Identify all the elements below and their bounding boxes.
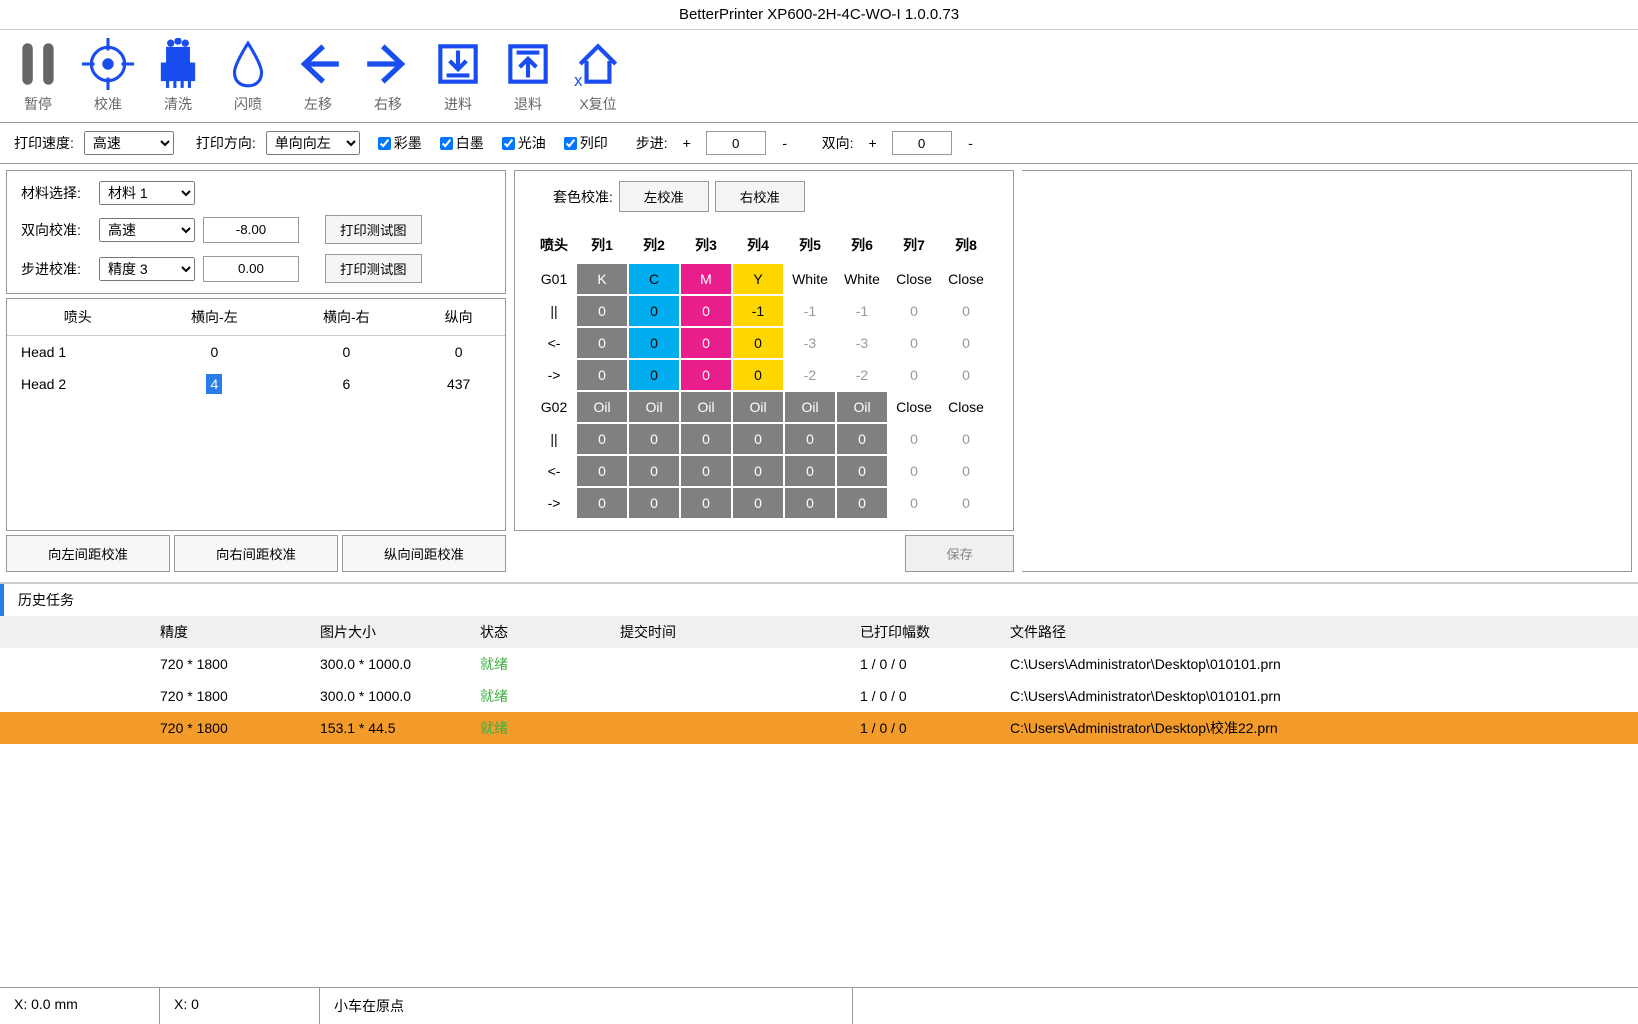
history-tab[interactable]: 历史任务 [0,584,88,616]
pause-label: 暂停 [24,94,52,114]
right-cal-button[interactable]: 右校准 [715,181,805,212]
flash-label: 闪喷 [234,94,262,114]
print-dir-label: 打印方向: [196,133,256,153]
pause-button[interactable]: 暂停 [12,38,64,114]
status-message: 小车在原点 [320,988,853,1024]
bidir-cal-label: 双向校准: [21,220,91,240]
status-bar: X: 0.0 mm X: 0 小车在原点 [0,987,1638,1024]
blank-panel [1022,170,1632,572]
print-dir-select[interactable]: 单向向左 [266,131,360,155]
pause-icon [12,38,64,90]
vertical-spacing-cal-button[interactable]: 纵向间距校准 [342,535,506,572]
retract-icon [502,38,554,90]
step-cal-label: 步进校准: [21,259,91,279]
history-row[interactable]: 720 * 1800300.0 * 1000.0就绪1 / 0 / 0C:\Us… [0,680,1638,712]
bidir-cal-value-input[interactable] [203,217,299,243]
save-button[interactable]: 保存 [905,535,1014,572]
status-x: X: 0 [160,988,320,1024]
print-checkbox[interactable]: 列印 [564,133,608,153]
history-panel: 历史任务 精度图片大小状态提交时间已打印幅数文件路径 720 * 1800300… [0,582,1638,744]
retract-label: 退料 [514,94,542,114]
print-speed-select[interactable]: 高速 [84,131,174,155]
move-right-label: 右移 [374,94,402,114]
head-col-header: 横向-左 [148,299,280,336]
calibrate-label: 校准 [94,94,122,114]
head-table: 喷头横向-左横向-右纵向 Head 1000Head 246437 [6,298,506,531]
material-select[interactable]: 材料 1 [99,181,195,205]
white-ink-checkbox[interactable]: 白墨 [440,133,484,153]
color-cal-label: 套色校准: [553,187,613,207]
color-ink-checkbox[interactable]: 彩墨 [378,133,422,153]
left-spacing-cal-button[interactable]: 向左间距校准 [6,535,170,572]
window-title: BetterPrinter XP600-2H-4C-WO-I 1.0.0.73 [0,0,1638,30]
bidir-test-print-button[interactable]: 打印测试图 [325,215,422,244]
step-plus-button[interactable]: + [678,135,696,151]
bidir-cal-mode-select[interactable]: 高速 [99,218,195,242]
table-row[interactable]: Head 1000 [7,336,505,369]
target-icon [82,38,134,90]
flash-button[interactable]: 闪喷 [222,38,274,114]
oil-checkbox[interactable]: 光油 [502,133,546,153]
step-test-print-button[interactable]: 打印测试图 [325,254,422,283]
color-calibration-panel: 套色校准: 左校准 右校准 喷头列1列2列3列4列5列6列7列8G01KCMYW… [514,170,1014,531]
history-row[interactable]: 720 * 1800300.0 * 1000.0就绪1 / 0 / 0C:\Us… [0,648,1638,680]
step-label: 步进: [636,133,668,153]
move-right-button[interactable]: 右移 [362,38,414,114]
arrow-right-icon [362,38,414,90]
main-toolbar: 暂停 校准 清洗 闪喷 左移 右移 进料 [0,30,1638,123]
arrow-left-icon [292,38,344,90]
clean-label: 清洗 [164,94,192,114]
x-reset-label: X复位 [579,94,616,114]
move-left-label: 左移 [304,94,332,114]
status-x-mm: X: 0.0 mm [0,988,160,1024]
print-speed-label: 打印速度: [14,133,74,153]
left-cal-button[interactable]: 左校准 [619,181,709,212]
material-label: 材料选择: [21,183,91,203]
move-left-button[interactable]: 左移 [292,38,344,114]
right-spacing-cal-button[interactable]: 向右间距校准 [174,535,338,572]
clean-icon [152,38,204,90]
color-grid: 喷头列1列2列3列4列5列6列7列8G01KCMYWhiteWhiteClose… [531,226,993,520]
table-row[interactable]: Head 246437 [7,368,505,400]
clean-button[interactable]: 清洗 [152,38,204,114]
feed-icon [432,38,484,90]
step-input[interactable] [706,131,766,155]
options-bar: 打印速度: 高速 打印方向: 单向向左 彩墨 白墨 光油 列印 步进: + - … [0,123,1638,164]
step-cal-value-input[interactable] [203,256,299,282]
bidir-minus-button[interactable]: - [962,135,980,151]
feed-button[interactable]: 进料 [432,38,484,114]
head-col-header: 纵向 [412,299,505,336]
svg-text:x: x [574,71,583,90]
head-col-header: 喷头 [7,299,148,336]
settings-panel: 材料选择: 材料 1 双向校准: 高速 打印测试图 步进校准: 精度 3 打印测… [6,170,506,294]
bidir-label: 双向: [822,133,854,153]
bidir-plus-button[interactable]: + [864,135,882,151]
home-icon: x [572,38,624,90]
retract-button[interactable]: 退料 [502,38,554,114]
bidir-input[interactable] [892,131,952,155]
step-cal-mode-select[interactable]: 精度 3 [99,257,195,281]
step-minus-button[interactable]: - [776,135,794,151]
drop-icon [222,38,274,90]
calibrate-button[interactable]: 校准 [82,38,134,114]
x-reset-button[interactable]: x X复位 [572,38,624,114]
head-col-header: 横向-右 [280,299,412,336]
feed-label: 进料 [444,94,472,114]
history-row[interactable]: 720 * 1800153.1 * 44.5就绪1 / 0 / 0C:\User… [0,712,1638,744]
